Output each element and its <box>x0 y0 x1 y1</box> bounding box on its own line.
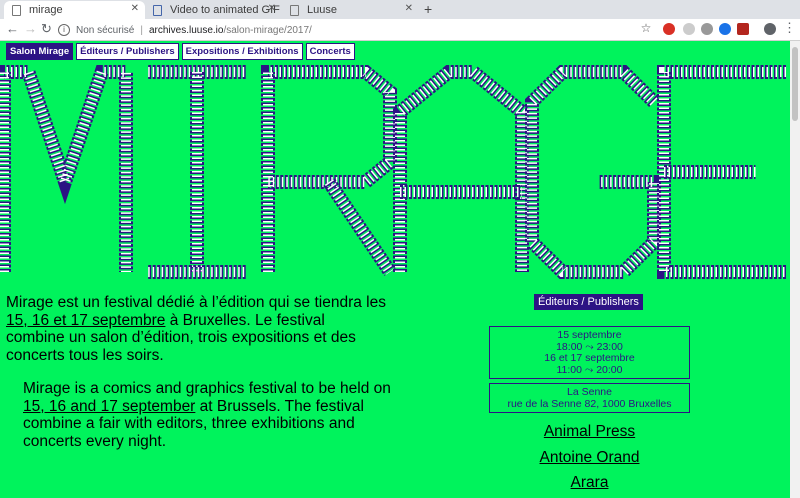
shield-icon[interactable] <box>737 23 749 35</box>
account-icon[interactable] <box>764 23 776 35</box>
url-path: /salon-mirage/2017/ <box>223 24 312 36</box>
intro-fr-text: Mirage est un festival dédié à l’édition… <box>6 294 386 311</box>
publisher-link[interactable]: Animal Press <box>489 419 690 445</box>
tab-luuse[interactable]: Luuse ✕ <box>282 1 419 19</box>
nav-concerts[interactable]: Concerts <box>305 43 355 60</box>
publishers-button[interactable]: Éditeurs / Publishers <box>534 294 643 310</box>
publisher-list: Animal Press Antoine Orand Arara <box>489 419 690 496</box>
publisher-link[interactable]: Arara <box>489 470 690 496</box>
logo-letter-e <box>657 65 786 279</box>
logo-letter-r <box>261 65 397 276</box>
extension-icon[interactable] <box>683 23 695 35</box>
nav-salon-mirage[interactable]: Salon Mirage <box>6 43 74 60</box>
logo-letter-i <box>148 65 246 279</box>
logo-letter-g <box>525 65 661 279</box>
tab-video-gif[interactable]: Video to animated GIF co ✕ <box>145 1 282 19</box>
forward-icon[interactable]: → <box>24 21 37 36</box>
site-nav: Salon Mirage Éditeurs / Publishers Expos… <box>6 43 355 60</box>
scrollbar-thumb[interactable] <box>792 47 798 121</box>
intro-en-text: Mirage is a comics and graphics festival… <box>23 380 391 397</box>
page-icon <box>12 4 21 16</box>
venue-name: La Senne <box>567 386 612 398</box>
menu-icon[interactable]: ⋮ <box>783 20 796 36</box>
extension-icon[interactable] <box>701 23 713 35</box>
tab-title: Luuse <box>307 4 337 16</box>
security-label: Non sécurisé <box>76 24 135 36</box>
intro-french: Mirage est un festival dédié à l’édition… <box>6 294 386 364</box>
nav-exhibitions[interactable]: Expositions / Exhibitions <box>181 43 303 60</box>
page-icon <box>290 4 299 16</box>
venue-box: La Senne rue de la Senne 82, 1000 Bruxel… <box>489 383 690 413</box>
schedule-line: 16 et 17 septembre <box>544 352 635 364</box>
logo-letter-m <box>0 65 133 272</box>
close-icon[interactable]: ✕ <box>131 3 139 14</box>
adblock-icon[interactable] <box>663 23 675 35</box>
close-icon[interactable]: ✕ <box>405 3 413 14</box>
logo-letter-a <box>393 65 529 272</box>
tab-title: Video to animated GIF co <box>170 4 282 16</box>
close-icon[interactable]: ✕ <box>268 3 276 14</box>
logo-stroke <box>527 67 659 277</box>
tab-strip: mirage ✕ Video to animated GIF co ✕ Luus… <box>0 0 800 19</box>
venue-address: rue de la Senne 82, 1000 Bruxelles <box>507 397 672 410</box>
schedule-line: 15 septembre <box>557 329 622 341</box>
schedule-box: 15 septembre 18:00 ⤳ 23:00 16 et 17 sept… <box>489 326 690 379</box>
logo-stroke <box>525 65 661 279</box>
extension-icon[interactable] <box>719 23 731 35</box>
star-icon[interactable]: ☆ <box>640 22 652 35</box>
page-icon <box>153 4 162 16</box>
browser-toolbar: ← → ↻ i Non sécurisé | archives.luuse.io… <box>0 19 800 41</box>
tab-mirage[interactable]: mirage ✕ <box>4 1 145 19</box>
intro-en-dates: 15, 16 and 17 september <box>23 397 196 415</box>
reload-icon[interactable]: ↻ <box>41 21 52 37</box>
intro-english: Mirage is a comics and graphics festival… <box>23 380 398 450</box>
new-tab-button[interactable]: + <box>424 1 432 17</box>
tab-title: mirage <box>29 4 63 16</box>
publisher-link[interactable]: Antoine Orand <box>489 445 690 471</box>
back-icon[interactable]: ← <box>6 21 19 36</box>
mirage-logo <box>0 65 786 279</box>
address-bar[interactable]: i Non sécurisé | archives.luuse.io/salon… <box>58 22 312 38</box>
logo-stroke <box>0 65 133 272</box>
url-separator: | <box>140 24 143 36</box>
intro-fr-dates: 15, 16 et 17 septembre <box>6 311 166 329</box>
url-host: archives.luuse.io <box>148 24 224 36</box>
schedule-line: 11:00 ⤳ 20:00 <box>556 363 623 376</box>
nav-publishers[interactable]: Éditeurs / Publishers <box>76 43 179 60</box>
scrollbar[interactable] <box>790 41 800 498</box>
info-icon[interactable]: i <box>58 24 70 36</box>
